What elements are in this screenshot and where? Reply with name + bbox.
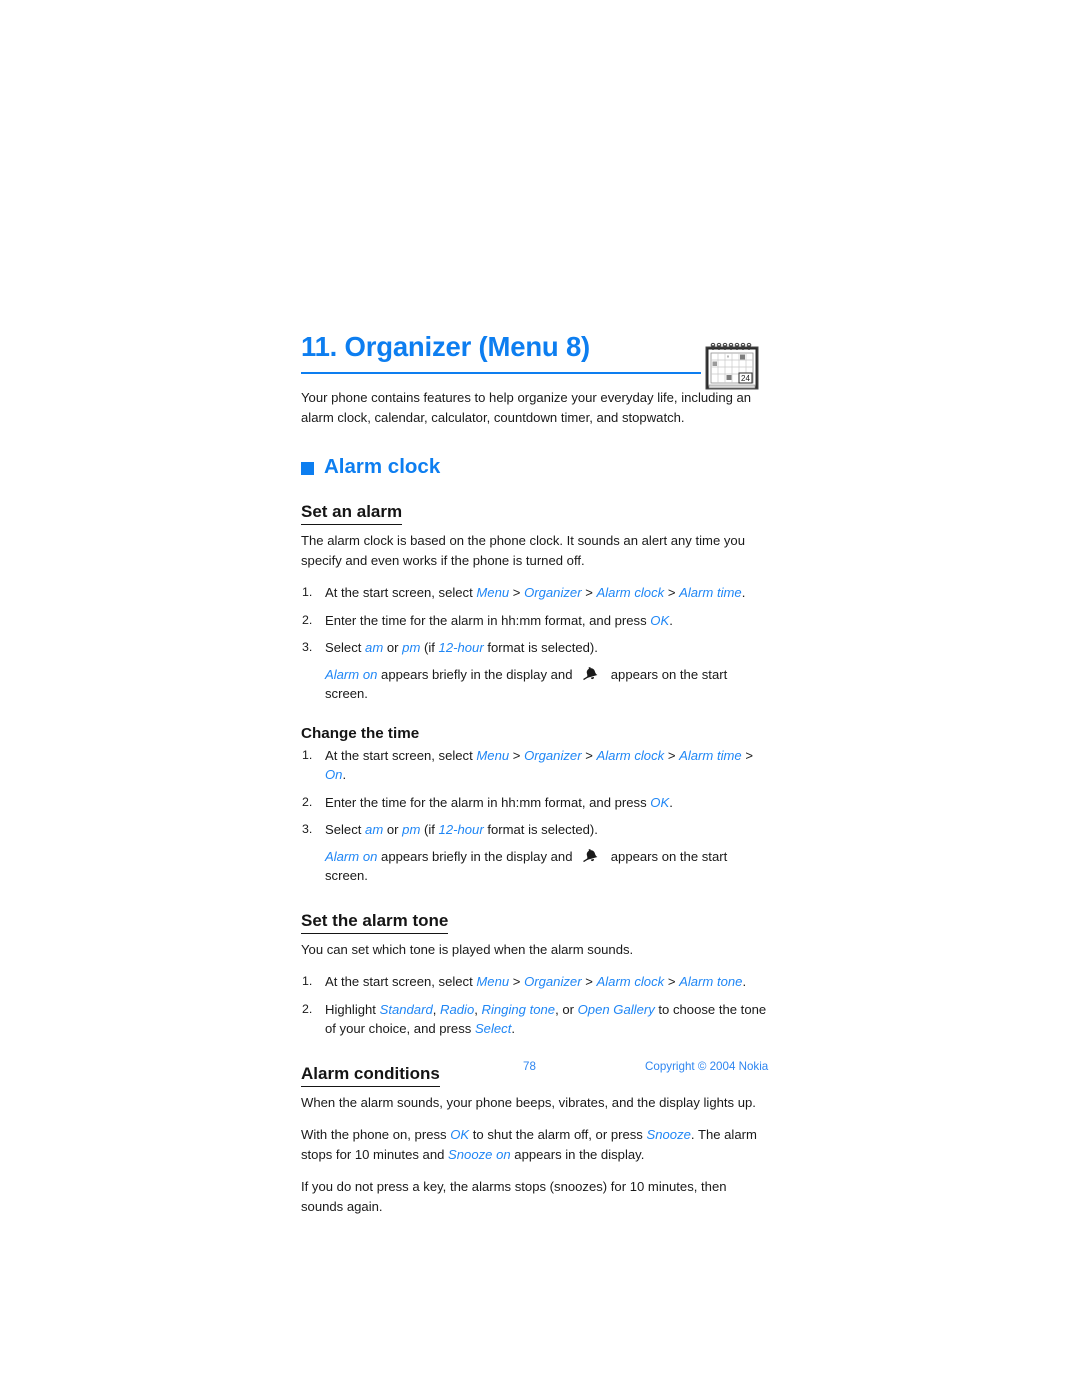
alarm-conditions-paragraph-1: When the alarm sounds, your phone beeps,… xyxy=(301,1094,756,1110)
ui-term: am xyxy=(365,822,384,837)
calendar-icon: 24 xyxy=(701,342,763,392)
alarm-conditions-paragraph-2: With the phone on, press OK to shut the … xyxy=(301,1127,757,1162)
title-divider xyxy=(301,372,701,374)
step-text: At the start screen, select Menu > Organ… xyxy=(325,747,753,783)
ui-term: Alarm tone xyxy=(679,974,743,989)
alarm-bell-icon xyxy=(583,666,600,682)
step-text: Highlight Standard, Radio, Ringing tone,… xyxy=(325,1001,767,1037)
ui-term: Menu xyxy=(476,585,510,600)
ui-term: Select xyxy=(474,1021,512,1036)
step-number: 3. xyxy=(302,822,313,836)
list-item: 1. At the start screen, select Menu > Or… xyxy=(301,972,767,992)
step-number: 3. xyxy=(302,640,313,654)
set-the-alarm-tone-steps: 1. At the start screen, select Menu > Or… xyxy=(301,972,767,1039)
step-number: 1. xyxy=(302,585,313,599)
ui-term: Menu xyxy=(476,974,510,989)
page-title: 11. Organizer (Menu 8) xyxy=(301,331,591,362)
ui-term: On xyxy=(325,767,343,782)
set-an-alarm-steps: 1. At the start screen, select Menu > Or… xyxy=(301,583,767,658)
alarm-bell-icon xyxy=(583,848,600,864)
step-text: Enter the time for the alarm in hh:mm fo… xyxy=(325,794,673,810)
ui-term: Alarm on xyxy=(325,666,378,682)
ui-term: 12-hour xyxy=(438,640,484,655)
ui-term: Alarm clock xyxy=(596,974,665,989)
ui-term: Alarm clock xyxy=(596,747,665,763)
ui-term: pm xyxy=(402,822,421,837)
list-item: 2. Enter the time for the alarm in hh:mm… xyxy=(301,793,767,813)
change-the-time-steps: 1. At the start screen, select Menu > Or… xyxy=(301,746,767,840)
step-number: 2. xyxy=(302,794,313,809)
ui-term: 12-hour xyxy=(438,822,484,837)
ui-term: Alarm time xyxy=(679,585,742,600)
document-page: 11. Organizer (Menu 8) 24 Your phone con… xyxy=(0,0,1080,1397)
list-item: 1. At the start screen, select Menu > Or… xyxy=(301,746,767,785)
step-text: At the start screen, select Menu > Organ… xyxy=(325,585,746,600)
ui-term: Snooze on xyxy=(448,1146,511,1162)
ui-term: Organizer xyxy=(524,747,582,763)
ui-term: Snooze xyxy=(646,1127,691,1142)
list-item: 1. At the start screen, select Menu > Or… xyxy=(301,583,767,603)
step-number: 2. xyxy=(302,612,313,627)
page-content: 11. Organizer (Menu 8) 24 Your phone con… xyxy=(301,330,767,1229)
ui-term: OK xyxy=(650,612,670,628)
ui-term: Standard xyxy=(379,1001,433,1017)
ui-term: Radio xyxy=(440,1001,475,1017)
ui-term: Alarm clock xyxy=(596,585,665,600)
copyright-notice: Copyright © 2004 Nokia xyxy=(645,1060,769,1073)
subsection-set-the-alarm-tone: Set the alarm tone xyxy=(301,894,767,940)
step-number: 2. xyxy=(302,1001,313,1016)
page-number: 78 xyxy=(523,1060,536,1073)
calendar-day-label: 24 xyxy=(741,374,750,383)
subsection-set-an-alarm: Set an alarm xyxy=(301,485,767,531)
set-an-alarm-note: Alarm on appears briefly in the display … xyxy=(325,666,728,702)
section-heading-alarm-clock: Alarm clock xyxy=(301,455,767,479)
ui-term: Alarm time xyxy=(679,747,742,763)
step-number: 1. xyxy=(302,974,313,988)
change-the-time-note: Alarm on appears briefly in the display … xyxy=(325,848,728,884)
alarm-conditions-paragraph-3: If you do not press a key, the alarms st… xyxy=(301,1179,727,1214)
page-footer: 78 Copyright © 2004 Nokia xyxy=(301,1060,769,1080)
set-the-alarm-tone-paragraph: You can set which tone is played when th… xyxy=(301,941,634,957)
ui-term: Organizer xyxy=(524,585,582,600)
list-item: 3. Select am or pm (if 12-hour format is… xyxy=(301,638,767,658)
step-text: At the start screen, select Menu > Organ… xyxy=(325,974,747,989)
section-title-label: Alarm clock xyxy=(324,455,441,478)
list-item: 2. Highlight Standard, Radio, Ringing to… xyxy=(301,1000,767,1039)
ui-term: Menu xyxy=(476,747,510,763)
ui-term: OK xyxy=(650,794,670,810)
list-item: 2. Enter the time for the alarm in hh:mm… xyxy=(301,611,767,631)
ui-term: pm xyxy=(402,640,421,655)
step-text: Enter the time for the alarm in hh:mm fo… xyxy=(325,612,673,628)
list-item: 3. Select am or pm (if 12-hour format is… xyxy=(301,820,767,840)
ui-term: Open Gallery xyxy=(577,1001,655,1017)
ui-term: OK xyxy=(450,1127,470,1142)
ui-term: Ringing tone xyxy=(481,1001,556,1017)
intro-paragraph: Your phone contains features to help org… xyxy=(301,390,752,425)
subheading-set-an-alarm: Set an alarm xyxy=(301,501,403,525)
chapter-title-row: 11. Organizer (Menu 8) 24 xyxy=(301,330,767,390)
subheading-change-the-time: Change the time xyxy=(301,724,420,742)
set-an-alarm-paragraph: The alarm clock is based on the phone cl… xyxy=(301,533,745,568)
step-text: Select am or pm (if 12-hour format is se… xyxy=(325,640,598,655)
square-bullet-icon xyxy=(301,461,314,475)
subheading-set-the-alarm-tone: Set the alarm tone xyxy=(301,910,449,934)
ui-term: Alarm on xyxy=(325,848,378,864)
ui-term: am xyxy=(365,640,384,655)
step-text: Select am or pm (if 12-hour format is se… xyxy=(325,822,598,837)
step-number: 1. xyxy=(302,747,313,762)
ui-term: Organizer xyxy=(524,974,582,989)
